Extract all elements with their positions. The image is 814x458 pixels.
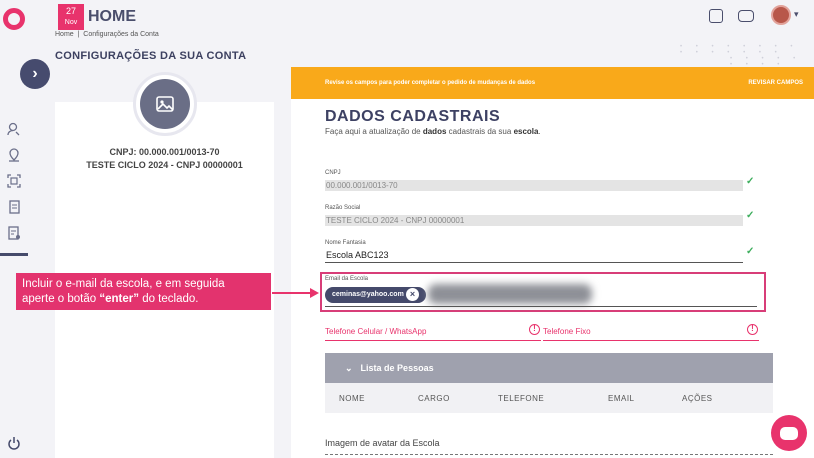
avatar-upload-label: Imagem de avatar da Escola	[325, 438, 440, 448]
email-label: Email da Escola	[325, 276, 369, 282]
school-photo[interactable]	[133, 72, 197, 136]
check-icon: ✓	[746, 176, 755, 187]
tutorial-callout: Incluir o e-mail da escola, e em seguida…	[16, 273, 271, 310]
power-icon[interactable]	[7, 436, 21, 450]
email-input-blurred[interactable]	[428, 284, 592, 304]
nome-fantasia-label: Nome Fantasia	[325, 240, 366, 246]
column-header: AÇÕES	[682, 394, 713, 403]
callout-arrow-head	[310, 288, 319, 298]
document-icon[interactable]	[7, 200, 21, 214]
people-list-title: Lista de Pessoas	[360, 363, 434, 373]
phone-fixed-field[interactable]: Telefone Fixo	[543, 327, 759, 341]
cnpj-field: 00.000.001/0013-70	[325, 180, 743, 191]
location-icon[interactable]	[7, 148, 21, 162]
column-header: CARGO	[418, 394, 450, 403]
video-icon[interactable]	[738, 10, 754, 22]
people-list-header[interactable]: ⌄ Lista de Pessoas	[325, 353, 773, 383]
app-logo[interactable]	[3, 8, 25, 30]
avatar-dropzone[interactable]	[325, 454, 773, 458]
chevron-down-icon: ⌄	[345, 363, 353, 373]
section-subtitle: Faça aqui a atualização de dados cadastr…	[325, 127, 541, 136]
chevron-down-icon[interactable]: ▾	[794, 9, 799, 20]
user-search-icon[interactable]	[7, 122, 21, 136]
column-header: TELEFONE	[498, 394, 545, 403]
razao-social-field: TESTE CICLO 2024 - CNPJ 00000001	[325, 215, 743, 226]
scan-icon[interactable]	[7, 174, 21, 188]
callout-arrow	[272, 292, 312, 294]
callout-line-2: aperte o botão “enter” do teclado.	[22, 293, 199, 305]
breadcrumb: Home | Configurações da Conta	[55, 31, 159, 38]
date-badge: 27 Nov	[58, 4, 84, 30]
section-title: DADOS CADASTRAIS	[325, 108, 501, 125]
date-day: 27	[65, 6, 76, 16]
phone-cell-field[interactable]: Telefone Celular / WhatsApp	[325, 327, 541, 341]
page-header-title: HOME	[88, 8, 136, 25]
share-icon[interactable]	[709, 9, 723, 23]
column-header: NOME	[339, 394, 365, 403]
callout-line-1: Incluir o e-mail da escola, e em seguida	[22, 278, 225, 290]
breadcrumb-home[interactable]: Home	[55, 31, 74, 38]
error-icon: !	[747, 324, 758, 335]
nome-fantasia-field[interactable]: Escola ABC123	[325, 250, 743, 263]
breadcrumb-current: Configurações da Conta	[83, 31, 159, 38]
alert-message: Revise os campos para poder completar o …	[325, 80, 536, 86]
chat-button[interactable]	[771, 415, 807, 451]
image-icon	[156, 96, 174, 112]
date-month: Nov	[64, 19, 78, 26]
people-table-header: NOME CARGO TELEFONE EMAIL AÇÕES	[325, 383, 773, 413]
razao-social-label: Razão Social	[325, 205, 361, 211]
check-icon: ✓	[746, 246, 755, 257]
column-header: EMAIL	[608, 394, 635, 403]
cnpj-label: CNPJ	[325, 170, 341, 176]
email-field-underline	[325, 306, 757, 307]
profile-name: TESTE CICLO 2024 - CNPJ 00000001	[86, 160, 243, 170]
check-icon: ✓	[746, 210, 755, 221]
page-title: CONFIGURAÇÕES DA SUA CONTA	[55, 50, 247, 62]
remove-chip-icon[interactable]: ×	[406, 288, 419, 301]
report-icon[interactable]	[7, 226, 21, 240]
profile-cnpj: CNPJ: 00.000.001/0013-70	[109, 147, 220, 157]
error-icon: !	[529, 324, 540, 335]
user-avatar[interactable]	[771, 5, 791, 25]
chat-icon	[780, 426, 798, 440]
review-fields-button[interactable]: REVISAR CAMPOS	[748, 80, 803, 86]
decorative-dots: • • • • • • • • • • • • • • •	[680, 44, 799, 56]
review-alert: Revise os campos para poder completar o …	[291, 67, 814, 99]
expand-menu-button[interactable]: ›	[20, 59, 50, 89]
rail-divider	[0, 253, 28, 256]
